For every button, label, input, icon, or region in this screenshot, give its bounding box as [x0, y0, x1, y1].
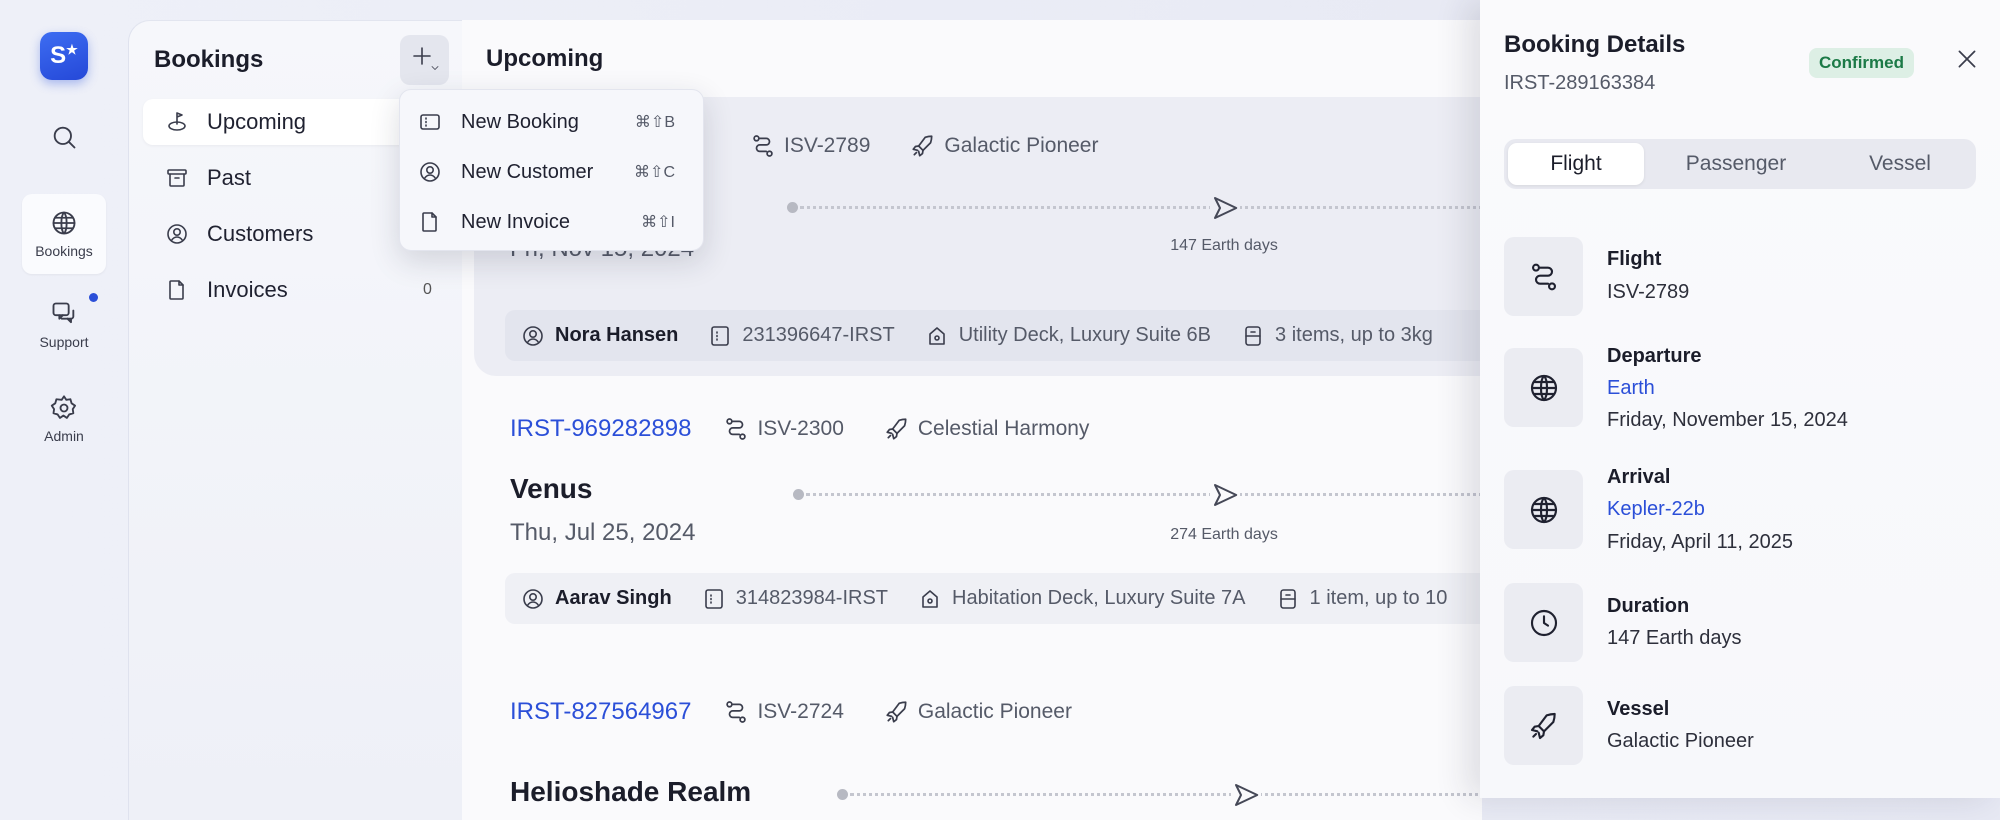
booking-id: IRST-289163384 [1504, 72, 1656, 94]
id-card-icon [708, 324, 732, 348]
notification-dot [89, 293, 98, 302]
menu-item-new-invoice[interactable]: New Invoice ⌘⇧I [400, 200, 703, 244]
globe-icon [1528, 494, 1560, 526]
timeline-start [837, 789, 848, 800]
field-value: Friday, November 15, 2024 [1607, 409, 1848, 431]
arrival-planet-link[interactable]: Kepler-22b [1607, 498, 1705, 521]
duration-label: 147 Earth days [1170, 237, 1278, 254]
timeline-start [793, 489, 804, 500]
passenger-strip: Aarav Singh 314823984-IRST Habitation De… [505, 573, 1505, 624]
vessel-icon-box [1504, 686, 1583, 765]
field-value: 147 Earth days [1607, 627, 1742, 649]
booking-icon [418, 110, 442, 134]
id-card-icon [702, 587, 726, 611]
booking-id-link[interactable]: IRST-827564967 [510, 698, 691, 726]
document-icon [418, 210, 442, 234]
user-circle-icon [521, 587, 545, 611]
field-value: Friday, April 11, 2025 [1607, 531, 1794, 553]
page-title: Upcoming [486, 45, 604, 72]
globe-icon [1528, 372, 1560, 404]
timeline-start [787, 202, 798, 213]
send-icon [1210, 480, 1240, 510]
send-icon [1210, 193, 1240, 223]
route-icon [1528, 261, 1560, 293]
star-icon: ★ [66, 42, 78, 57]
rail-item-admin[interactable]: Admin [22, 384, 106, 454]
luggage-icon [1241, 324, 1265, 348]
booking-date: Thu, Jul 25, 2024 [510, 519, 696, 546]
field-label: Duration [1607, 595, 1690, 617]
upcoming-icon [165, 110, 189, 134]
booking-card[interactable]: IRST-969282898 ISV-2300 Celestial Harmony … [474, 400, 1706, 660]
field-value: ISV-2789 [1607, 281, 1690, 303]
gear-icon [50, 394, 78, 422]
luggage-icon [1276, 587, 1300, 611]
cabin-icon [925, 324, 949, 348]
send-icon [1231, 780, 1261, 810]
sidebar-title: Bookings [154, 46, 264, 73]
search-icon [50, 123, 78, 151]
search-button[interactable] [22, 115, 106, 159]
new-item-menu: New Booking ⌘⇧B New Customer ⌘⇧C New Invoi… [399, 89, 704, 251]
app-logo[interactable]: S ★ [40, 32, 88, 80]
field-label: Departure [1607, 345, 1702, 367]
rocket-icon [910, 133, 936, 159]
chat-icon [50, 300, 78, 328]
passenger-strip: Nora Hansen 231396647-IRST Utility Deck,… [505, 310, 1505, 361]
detail-tabs: Flight Passenger Vessel [1504, 139, 1976, 189]
clock-icon [1528, 607, 1560, 639]
rocket-icon [884, 699, 910, 725]
booking-details-panel: Booking Details IRST-289163384 Confirmed… [1480, 0, 2000, 798]
tab-flight[interactable]: Flight [1508, 143, 1644, 185]
rail-item-bookings[interactable]: Bookings [22, 194, 106, 274]
globe-icon [50, 209, 78, 237]
duration-label: 274 Earth days [1170, 526, 1278, 543]
user-circle-icon [418, 160, 442, 184]
booking-card[interactable]: IRST-827564967 ISV-2724 Galactic Pioneer H… [474, 680, 1750, 820]
field-label: Flight [1607, 248, 1662, 270]
menu-item-new-customer[interactable]: New Customer ⌘⇧C [400, 150, 703, 194]
invoice-count: 0 [423, 281, 432, 298]
chevron-down-icon [429, 62, 441, 74]
route-icon [723, 416, 749, 442]
close-icon[interactable] [1954, 46, 1980, 72]
tab-passenger[interactable]: Passenger [1672, 143, 1800, 185]
field-label: Arrival [1607, 466, 1671, 488]
archive-icon [165, 166, 189, 190]
route-icon [723, 699, 749, 725]
field-label: Vessel [1607, 698, 1670, 720]
tab-vessel[interactable]: Vessel [1844, 143, 1956, 185]
field-value: Galactic Pioneer [1607, 730, 1754, 752]
sidebar-item-invoices[interactable]: Invoices 0 [143, 267, 463, 313]
cabin-icon [918, 587, 942, 611]
document-icon [165, 278, 189, 302]
destination: Helioshade Realm [510, 776, 752, 807]
route-icon [750, 133, 776, 159]
duration-icon-box [1504, 583, 1583, 662]
status-badge: Confirmed [1809, 48, 1914, 78]
departure-icon-box [1504, 348, 1583, 427]
panel-title: Booking Details [1504, 31, 1686, 58]
rocket-icon [1528, 710, 1560, 742]
arrival-icon-box [1504, 470, 1583, 549]
user-circle-icon [165, 222, 189, 246]
new-menu-button[interactable] [400, 35, 449, 85]
user-circle-icon [521, 324, 545, 348]
departure-planet-link[interactable]: Earth [1607, 377, 1655, 400]
flight-icon-box [1504, 237, 1583, 316]
rocket-icon [884, 416, 910, 442]
booking-id-link[interactable]: IRST-969282898 [510, 415, 691, 443]
menu-item-new-booking[interactable]: New Booking ⌘⇧B [400, 100, 703, 144]
destination: Venus [510, 473, 593, 504]
